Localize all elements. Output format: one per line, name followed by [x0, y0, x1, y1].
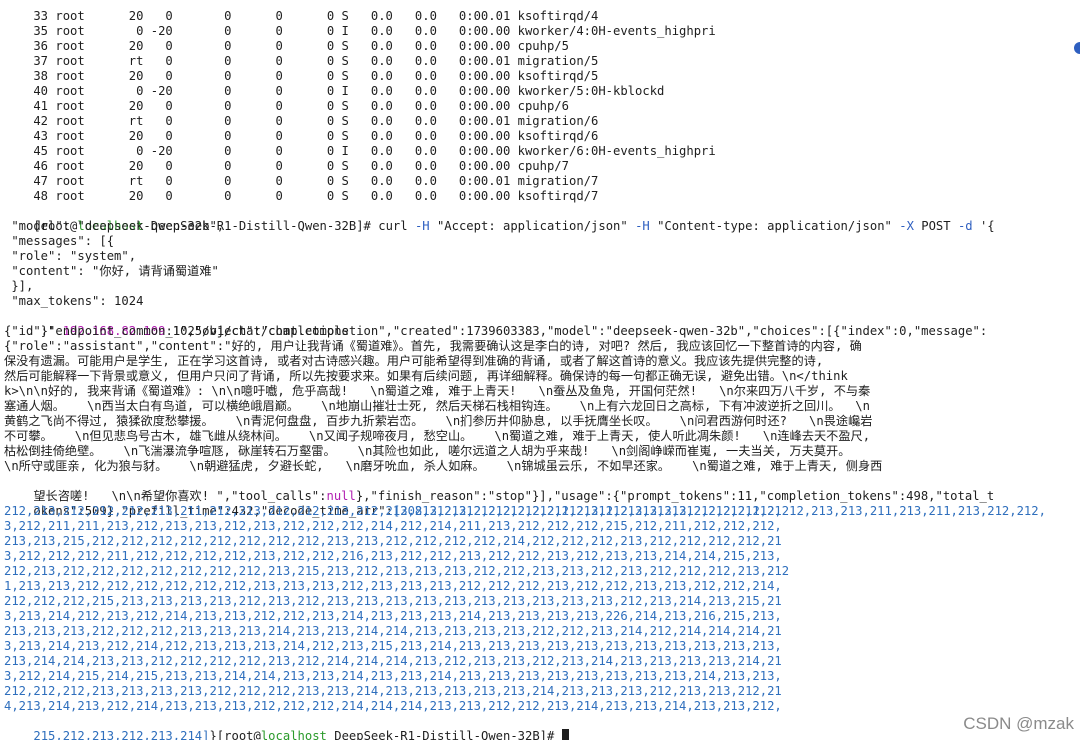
response-line: 塞通人烟。 \n西当太白有鸟道, 可以横绝峨眉巅。 \n地崩山摧壮士死, 然后天…	[4, 399, 870, 413]
curl-command: curl	[378, 219, 415, 233]
edge-dot-icon	[1074, 42, 1080, 54]
decode-array-line: 212,212,212,213,213,213,213,212,212,212,…	[4, 684, 782, 698]
watermark: CSDN @mzak	[963, 714, 1074, 733]
terminal-window[interactable]: 33 root 20 0 0 0 0 S 0.0 0.0 0:00.01 kso…	[0, 0, 1080, 740]
process-row: 43 root 20 0 0 0 0 S 0.0 0.0 0:00.00 kso…	[4, 129, 599, 143]
decode-array-line: 3,212,214,215,214,215,213,213,214,214,21…	[4, 669, 782, 683]
process-row: 35 root 0 -20 0 0 0 I 0.0 0.0 0:00.00 kw…	[4, 24, 716, 38]
prompt-dir: DeepSeek-R1-Distill-Qwen-32B]#	[326, 729, 562, 740]
curl-option-d: -d	[957, 219, 980, 233]
command-line: [root@localhost DeepSeek-R1-Distill-Qwen…	[4, 204, 994, 233]
response-line: 然后可能解释一下背景或意义, 但用户只问了背诵, 所以先按要求来。如果有后续问题…	[4, 369, 848, 383]
request-url-line: }' 192.168.82.109:1025/v1/chat/completio…	[4, 309, 349, 338]
decode-array-line: 3,212,211,211,213,212,213,213,212,213,21…	[4, 519, 782, 533]
process-row: 42 root rt 0 0 0 0 S 0.0 0.0 0:00.01 mig…	[4, 114, 599, 128]
decode-array-line: 213,213,213,212,212,212,213,213,213,214,…	[4, 624, 782, 638]
response-line: k>\n\n好的, 我来背诵《蜀道难》: \n\n噫吁嚱, 危乎高哉! \n蜀道…	[4, 384, 871, 398]
curl-body-open: '{	[979, 219, 995, 233]
request-body-line: }],	[4, 279, 34, 293]
decode-array-line: 212,213,212,212,212,212,212,212,212,213,…	[4, 564, 790, 578]
decode-array-line: 212,212,212,215,213,213,213,213,212,213,…	[4, 594, 782, 608]
process-row: 45 root 0 -20 0 0 0 I 0.0 0.0 0:00.00 kw…	[4, 144, 716, 158]
curl-header-accept: "Accept: application/json"	[436, 219, 636, 233]
final-prompt-line: 215,212,213,212,213,214]}[root@localhost…	[4, 714, 569, 740]
response-line: 黄鹤之飞尚不得过, 猿猱欲度愁攀援。 \n青泥何盘盘, 百步九折萦岩峦。 \n扪…	[4, 414, 873, 428]
curl-method: POST	[921, 219, 958, 233]
process-row: 33 root 20 0 0 0 0 S 0.0 0.0 0:00.01 kso…	[4, 9, 599, 23]
decode-array-line: 3,212,212,212,211,212,212,212,212,213,21…	[4, 549, 782, 563]
process-row: 46 root 20 0 0 0 0 S 0.0 0.0 0:00.00 cpu…	[4, 159, 569, 173]
response-line: 保没有遗漏。可能用户是学生, 正在学习这首诗, 或者对古诗感兴趣。用户可能希望得…	[4, 354, 824, 368]
process-row: 48 root 20 0 0 0 0 S 0.0 0.0 0:00.00 kso…	[4, 189, 599, 203]
process-row: 47 root rt 0 0 0 0 S 0.0 0.0 0:00.01 mig…	[4, 174, 599, 188]
prompt-open: }[root@	[209, 729, 261, 740]
request-body-line: "model": "deepseek-qwen-32b",	[4, 219, 225, 233]
decode-array-line: 3,213,214,212,213,212,214,213,213,212,21…	[4, 609, 782, 623]
process-row: 36 root 20 0 0 0 0 S 0.0 0.0 0:00.00 cpu…	[4, 39, 569, 53]
request-body-line: "role": "system",	[4, 249, 137, 263]
decode-array-line: 212,213,212,212,212,213,211,212,213,212,…	[4, 504, 782, 518]
curl-option-h: -H	[414, 219, 437, 233]
curl-option-h: -H	[635, 219, 658, 233]
process-row: 38 root 20 0 0 0 0 S 0.0 0.0 0:00.00 kso…	[4, 69, 599, 83]
curl-header-content-type: "Content-type: application/json"	[657, 219, 900, 233]
response-line: 枯松倒挂倚绝壁。 \n飞湍瀑流争喧豗, 砯崖转石万壑雷。 \n其险也如此, 嗟尔…	[4, 444, 851, 458]
response-line: \n所守或匪亲, 化为狼与豺。 \n朝避猛虎, 夕避长蛇, \n磨牙吮血, 杀人…	[4, 459, 883, 473]
decode-array-end: 215,212,213,212,213,214]	[33, 729, 210, 740]
decode-array-line: 213,214,214,213,213,212,212,212,212,213,…	[4, 654, 782, 668]
decode-array-line: 4,213,214,213,212,214,213,213,213,212,21…	[4, 699, 782, 713]
decode-array-line: 213,213,215,212,212,212,212,212,212,212,…	[4, 534, 782, 548]
response-line: 不可攀。 \n但见悲鸟号古木, 雄飞雌从绕林间。 \n又闻子规啼夜月, 愁空山。…	[4, 429, 871, 443]
decode-array-line: 3,213,214,213,212,214,212,213,213,213,21…	[4, 639, 782, 653]
curl-option-x: -X	[899, 219, 922, 233]
request-body-line: "messages": [{	[4, 234, 115, 248]
request-body-line: "content": "你好, 请背诵蜀道难"	[4, 264, 219, 278]
response-line: 望长咨嗟! \n\n希望你喜欢! ","tool_calls":null},"f…	[4, 474, 994, 503]
terminal-cursor[interactable]	[561, 729, 569, 740]
request-body-line: "max_tokens": 1024	[4, 294, 144, 308]
prompt-host: localhost	[260, 729, 327, 740]
response-line: {"id":"endpoint_common_1","object":"chat…	[4, 324, 988, 338]
response-line: {"role":"assistant","content":"好的, 用户让我背…	[4, 339, 862, 353]
process-row: 37 root rt 0 0 0 0 S 0.0 0.0 0:00.01 mig…	[4, 54, 599, 68]
process-row: 40 root 0 -20 0 0 0 I 0.0 0.0 0:00.00 kw…	[4, 84, 665, 98]
process-row: 41 root 20 0 0 0 0 S 0.0 0.0 0:00.00 cpu…	[4, 99, 569, 113]
response-line: okens":509},"prefill_time":432,"decode_t…	[4, 489, 1046, 518]
decode-array-line: 1,213,213,212,212,212,212,212,212,213,21…	[4, 579, 782, 593]
